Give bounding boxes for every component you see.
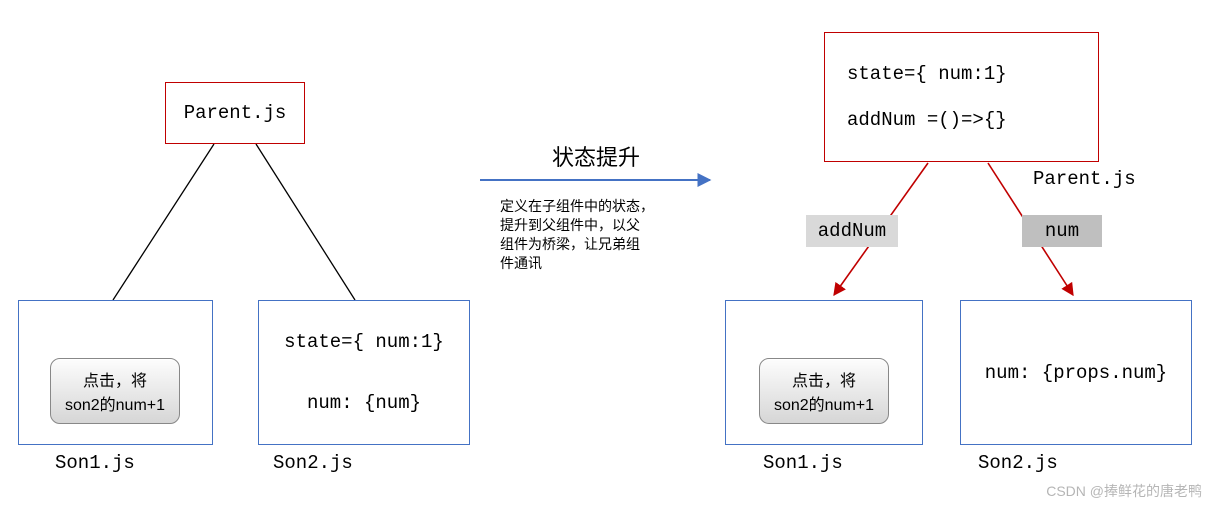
left-parent-box: Parent.js [165,82,305,144]
left-son1-button[interactable]: 点击，将 son2的num+1 [50,358,180,424]
right-son2-line1: num: {props.num} [985,362,1167,384]
left-son1-label: Son1.js [55,452,135,474]
right-son1-label: Son1.js [763,452,843,474]
arrow-description: 定义在子组件中的状态， 提升到父组件中，以父 组件为桥梁，让兄弟组 件通讯 [500,197,670,273]
right-son1-button[interactable]: 点击，将 son2的num+1 [759,358,889,424]
arrow-desc-l1: 定义在子组件中的状态， [500,197,670,216]
right-parent-box: state={ num:1} addNum =()=>{} [824,32,1099,162]
arrow-desc-l3: 组件为桥梁，让兄弟组 [500,235,670,254]
right-parent-line2: addNum =()=>{} [847,109,1007,131]
right-parent-line1: state={ num:1} [847,63,1007,85]
left-son2-line1: state={ num:1} [284,331,444,353]
left-son2-label: Son2.js [273,452,353,474]
right-son1-button-line1: 点击，将 [770,367,878,391]
left-son1-box: 点击，将 son2的num+1 [18,300,213,445]
left-son1-button-line2: son2的num+1 [61,391,169,415]
right-son2-box: num: {props.num} [960,300,1192,445]
right-son2-label: Son2.js [978,452,1058,474]
arrow-desc-l4: 件通讯 [500,254,670,273]
right-son1-button-line2: son2的num+1 [770,391,878,415]
right-parent-label: Parent.js [1033,168,1136,190]
arrow-desc-l2: 提升到父组件中，以父 [500,216,670,235]
addnum-tag: addNum [806,215,898,247]
arrow-title: 状态提升 [552,140,640,172]
right-son1-box: 点击，将 son2的num+1 [725,300,923,445]
watermark: CSDN @捧鲜花的唐老鸭 [1046,481,1202,501]
num-tag: num [1022,215,1102,247]
left-son2-line2: num: {num} [307,392,421,414]
left-son1-button-line1: 点击，将 [61,367,169,391]
left-parent-label: Parent.js [184,102,287,124]
left-son2-box: state={ num:1} num: {num} [258,300,470,445]
